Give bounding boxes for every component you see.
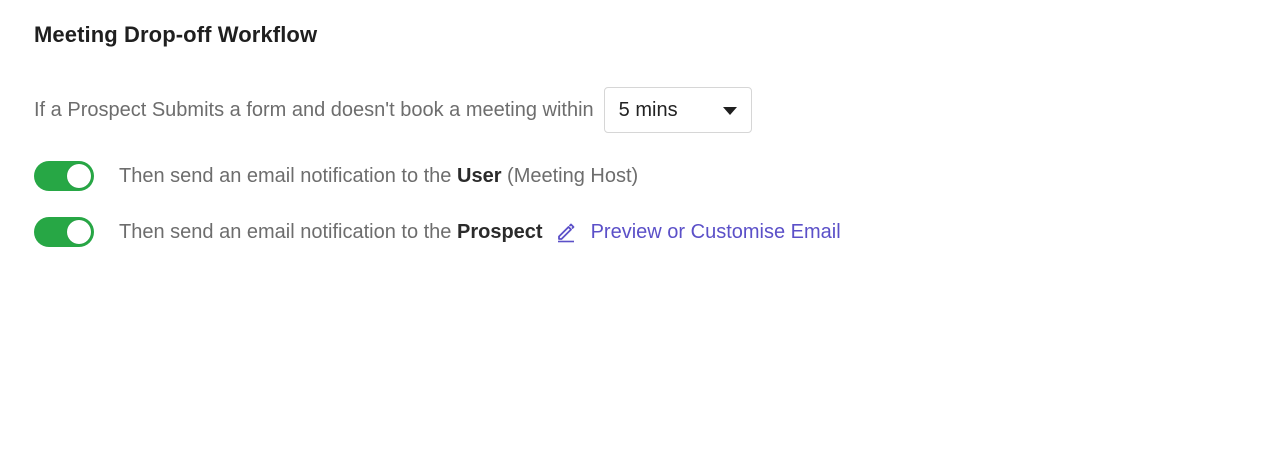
user-notification-row: Then send an email notification to the U… bbox=[34, 161, 638, 191]
prospect-notification-toggle[interactable] bbox=[34, 217, 94, 247]
preview-customise-email-link[interactable]: Preview or Customise Email bbox=[555, 221, 841, 244]
prospect-notification-row: Then send an email notification to the P… bbox=[34, 217, 841, 247]
meeting-dropoff-workflow-panel: Meeting Drop-off Workflow If a Prospect … bbox=[34, 20, 1234, 247]
section-title: Meeting Drop-off Workflow bbox=[34, 22, 318, 47]
delay-select[interactable]: 5 mins bbox=[603, 87, 752, 133]
condition-text: If a Prospect Submits a form and doesn't… bbox=[34, 98, 594, 121]
prospect-notification-text: Then send an email notification to the P… bbox=[119, 221, 543, 244]
notification-recipient: User bbox=[457, 164, 502, 187]
notification-suffix: (Meeting Host) bbox=[507, 164, 639, 187]
notification-prefix: Then send an email notification to the bbox=[119, 164, 452, 187]
preview-customise-email-label[interactable]: Preview or Customise Email bbox=[591, 221, 841, 244]
chevron-down-icon bbox=[722, 107, 737, 115]
notification-prefix: Then send an email notification to the bbox=[119, 220, 452, 243]
delay-select-value: 5 mins bbox=[618, 98, 678, 121]
notification-recipient: Prospect bbox=[457, 220, 543, 243]
user-notification-toggle[interactable] bbox=[34, 161, 94, 191]
toggle-knob bbox=[67, 164, 91, 188]
condition-row: If a Prospect Submits a form and doesn't… bbox=[34, 86, 752, 134]
toggle-knob bbox=[67, 220, 91, 244]
pencil-icon[interactable] bbox=[555, 221, 577, 243]
user-notification-text: Then send an email notification to the U… bbox=[119, 165, 638, 188]
